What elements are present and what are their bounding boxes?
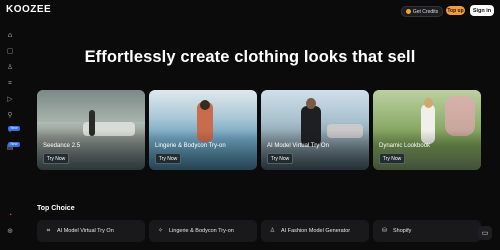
choice-virtual-try-on[interactable]: ⌗ AI Model Virtual Try On [37,220,145,242]
card-title: AI Model Virtual Try On [267,143,329,149]
choice-label: Shopify [393,228,412,234]
chat-icon[interactable]: ▭ [478,226,492,240]
choice-lingerie[interactable]: ✧ Lingerie & Bodycon Try-on [149,220,257,242]
feature-card-lookbook[interactable]: Dynamic Lookbook Try Now [373,90,481,170]
new-badge: New [8,126,20,131]
magic-icon[interactable]: ⚲ [6,112,14,120]
get-credits-label: Get Credits [412,8,439,15]
sparkle-icon: ✧ [157,227,164,234]
try-now-button[interactable]: Try Now [155,153,181,164]
person-icon: ♙ [269,227,276,234]
feature-card-seedance[interactable]: Seedance 2.5 Try Now [37,90,145,170]
try-now-button[interactable]: Try Now [267,153,293,164]
shirt-icon[interactable]: ⌗ [6,80,14,88]
choice-label: Lingerie & Bodycon Try-on [169,228,234,234]
card-title: Seedance 2.5 [43,143,81,149]
choice-shopify[interactable]: ⛁ Shopify [373,220,481,242]
get-credits-button[interactable]: Get Credits [401,6,443,17]
feature-card-lingerie[interactable]: Lingerie & Bodycon Try-on Try Now [149,90,257,170]
top-up-button[interactable]: Top up [446,6,465,15]
coin-icon [405,9,411,14]
try-now-button[interactable]: Try Now [379,153,405,164]
app-logo[interactable]: KOOZEE [6,4,51,15]
card-title: Lingerie & Bodycon Try-on [155,143,226,149]
new-badge: New [8,142,20,147]
feature-card-virtual-try-on[interactable]: AI Model Virtual Try On Try Now [261,90,369,170]
choice-label: AI Fashion Model Generator [281,228,351,234]
notification-icon[interactable]: ◔ [6,212,14,220]
home-icon[interactable]: ⌂ [6,32,14,40]
shopify-icon: ⛁ [381,227,388,234]
try-now-button[interactable]: Try Now [43,153,69,164]
choice-label: AI Model Virtual Try On [57,228,114,234]
globe-icon[interactable]: ⊕ [6,228,14,236]
sign-in-button[interactable]: Sign in [470,5,494,16]
top-bar: KOOZEE Get Credits Top up Sign in [0,0,500,20]
video-icon[interactable]: ▷ [6,96,14,104]
choice-fashion-model-generator[interactable]: ♙ AI Fashion Model Generator [261,220,369,242]
shirt-icon: ⌗ [46,227,51,234]
hero-title: Effortlessly create clothing looks that … [84,48,416,66]
card-title: Dynamic Lookbook [379,143,431,149]
section-title-top-choice: Top Choice [37,205,75,212]
